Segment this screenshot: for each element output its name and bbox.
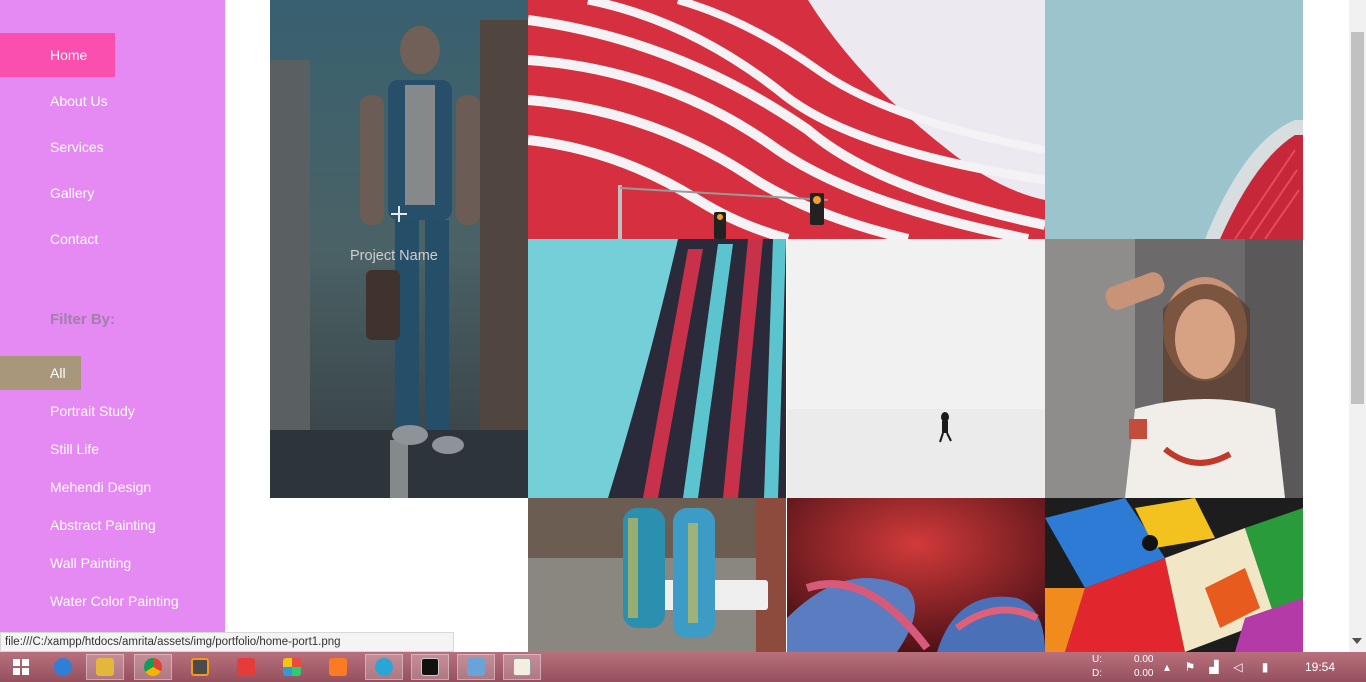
- snow-walker-image: [787, 239, 1045, 498]
- gallery-item-red-hands[interactable]: [787, 498, 1045, 652]
- chrome-icon: [144, 658, 162, 676]
- scroll-down-arrow-icon[interactable]: [1352, 638, 1362, 644]
- scrollbar-thumb[interactable]: [1351, 32, 1364, 404]
- download-label: D:: [1092, 668, 1102, 679]
- gallery-item-snow-walker[interactable]: [787, 239, 1045, 498]
- taskbar-explorer[interactable]: [86, 654, 124, 680]
- folder-icon: [96, 658, 114, 676]
- woman-portrait-image: [1045, 239, 1303, 498]
- fashion-walk-image: [528, 498, 786, 652]
- windows-logo-icon: [13, 659, 29, 675]
- sky-building-image: [1045, 0, 1303, 239]
- abstract-art-image: [1045, 498, 1303, 652]
- gallery-item-abstract-art[interactable]: [1045, 498, 1303, 652]
- gallery-item-curved-building[interactable]: [528, 239, 786, 498]
- curved-building-image: [528, 239, 786, 498]
- taskbar-app-grid[interactable]: [273, 654, 311, 680]
- g-app-icon: [375, 658, 393, 676]
- taskbar-app-g[interactable]: [365, 654, 403, 680]
- taskbar-xampp[interactable]: [319, 654, 357, 680]
- download-value: 0.00: [1134, 668, 1154, 679]
- media-player-icon: [237, 658, 255, 676]
- command-prompt-icon: [421, 658, 439, 676]
- volume-icon[interactable]: ◁: [1231, 660, 1245, 674]
- upload-label: U:: [1092, 654, 1102, 665]
- taskbar-media[interactable]: [227, 654, 265, 680]
- gallery-item-fashion-walk[interactable]: [528, 498, 786, 652]
- plus-icon[interactable]: [391, 206, 407, 222]
- taskbar-notepad[interactable]: [503, 654, 541, 680]
- taskbar-ie[interactable]: [44, 654, 82, 680]
- status-url: file:///C:/xampp/htdocs/amrita/assets/im…: [0, 632, 454, 652]
- xampp-icon: [329, 658, 347, 676]
- gallery-item-red-white-facade[interactable]: [528, 0, 1045, 239]
- upload-value: 0.00: [1134, 654, 1154, 665]
- gallery-item-woman-portrait[interactable]: [1045, 239, 1303, 498]
- start-button[interactable]: [2, 654, 40, 680]
- taskbar-cmd[interactable]: [411, 654, 449, 680]
- battery-icon[interactable]: ▮: [1258, 660, 1272, 674]
- remote-desktop-icon: [467, 658, 485, 676]
- taskbar-clock[interactable]: 19:54: [1305, 660, 1335, 674]
- internet-explorer-icon: [54, 658, 72, 676]
- sublime-text-icon: [191, 658, 209, 676]
- red-hands-image: [787, 498, 1045, 652]
- tray-expand-icon[interactable]: ▴: [1160, 660, 1174, 674]
- project-name-caption[interactable]: Project Name: [350, 248, 438, 264]
- app-grid-icon: [283, 658, 301, 676]
- taskbar-sublime[interactable]: [181, 654, 219, 680]
- network-speed-meter: U: 0.00 D: 0.00: [1092, 653, 1153, 681]
- gallery-item-sky-building[interactable]: [1045, 0, 1303, 239]
- taskbar-remote-desktop[interactable]: [457, 654, 495, 680]
- red-white-facade-image: [528, 0, 1045, 239]
- network-signal-icon[interactable]: ▟: [1207, 660, 1221, 674]
- portfolio-gallery: Project Name: [0, 0, 1366, 652]
- action-center-flag-icon[interactable]: ⚑: [1183, 660, 1197, 674]
- taskbar-chrome[interactable]: [134, 654, 172, 680]
- notepad-icon: [513, 658, 531, 676]
